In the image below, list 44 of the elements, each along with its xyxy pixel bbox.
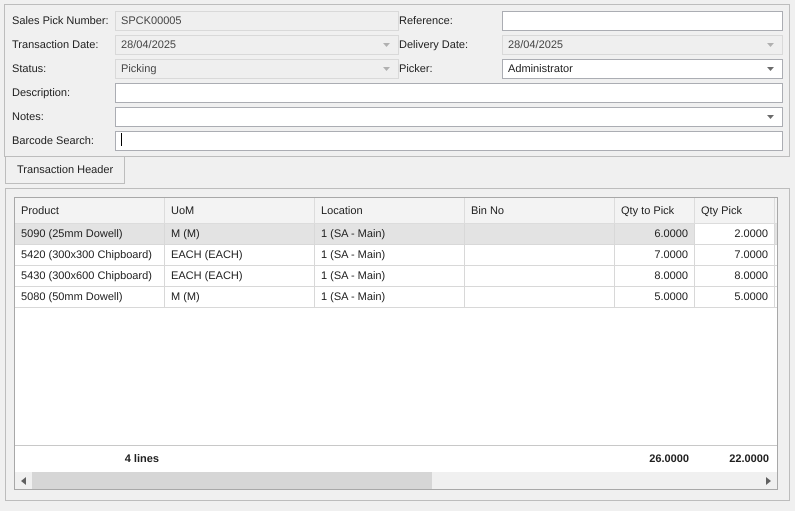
table-cell: 1 (SA - Main) — [315, 287, 465, 308]
scroll-left-icon[interactable] — [21, 476, 26, 484]
table-cell: 6.0000 — [615, 224, 695, 245]
scrollbar-thumb[interactable] — [32, 472, 432, 489]
field-label: Status: — [12, 63, 48, 75]
scroll-right-icon[interactable] — [766, 476, 771, 484]
table-cell: 5090 (25mm Dowell) — [15, 224, 165, 245]
dropdown-field[interactable]: Administrator — [502, 59, 783, 79]
dropdown-arrow-icon[interactable] — [767, 67, 774, 71]
table-cell: 2.0000 — [695, 224, 775, 245]
field-label: Barcode Search: — [12, 135, 95, 147]
horizontal-scrollbar[interactable] — [15, 472, 777, 489]
table-cell: 5430 (300x600 Chipboard) — [15, 266, 165, 287]
summary-cell-text: 22.0000 — [728, 452, 770, 467]
table-cell: M (M) — [165, 287, 315, 308]
table-cell: 8.0000 — [615, 266, 695, 287]
summary-cell-text: 26.0000 — [648, 452, 690, 467]
summary-cell-text: 4 lines — [124, 452, 160, 467]
table-cell: 8.0000 — [695, 266, 775, 287]
field-label: Picker: — [399, 63, 434, 75]
table-cell: M (M) — [165, 224, 315, 245]
field-label: Notes: — [12, 111, 45, 123]
field-label: Sales Pick Number: — [12, 15, 110, 27]
dropdown-arrow-icon[interactable] — [767, 115, 774, 119]
table-cell: 7.0000 — [615, 245, 695, 266]
field-label: Delivery Date: — [399, 39, 470, 51]
table-cell: 7.0000 — [695, 245, 775, 266]
field-label: Description: — [12, 87, 72, 99]
table-cell: 1 (SA - Main) — [315, 266, 465, 287]
text-field[interactable] — [115, 131, 783, 151]
table-cell: 1 (SA - Main) — [315, 245, 465, 266]
tab[interactable]: Transaction Header — [5, 157, 126, 184]
field-label: Transaction Date: — [12, 39, 100, 51]
table-cell: EACH (EACH) — [165, 245, 315, 266]
table-cell: EACH (EACH) — [165, 266, 315, 287]
text-field[interactable] — [115, 83, 783, 103]
text-field[interactable] — [502, 11, 783, 31]
dropdown-field[interactable] — [115, 107, 783, 127]
table-cell: 5.0000 — [615, 287, 695, 308]
table-cell: 5420 (300x300 Chipboard) — [15, 245, 165, 266]
table-cell: 1 (SA - Main) — [315, 224, 465, 245]
field-label: Reference: — [399, 15, 454, 27]
table-cell: 5.0000 — [695, 287, 775, 308]
table-cell: 5080 (50mm Dowell) — [15, 287, 165, 308]
